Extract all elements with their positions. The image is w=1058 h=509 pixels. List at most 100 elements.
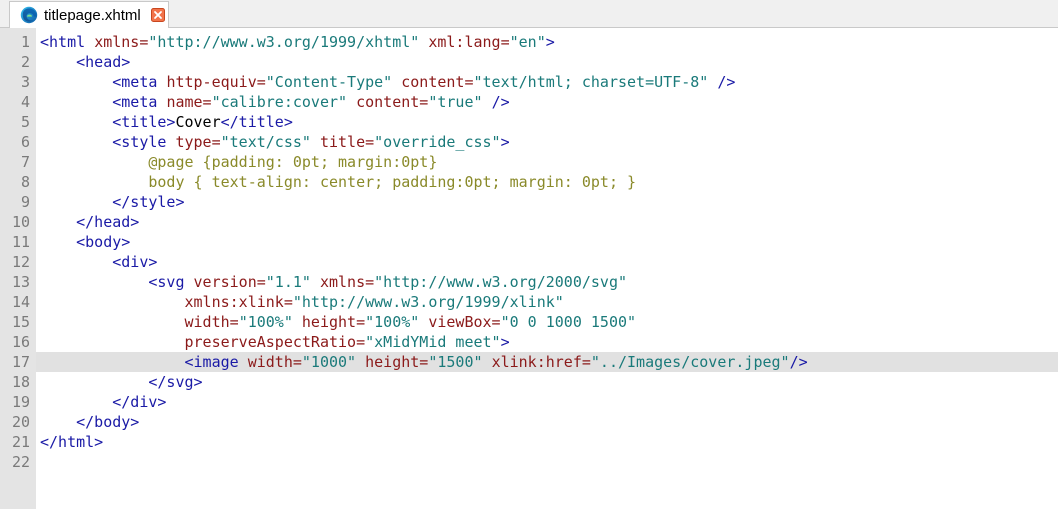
syntax-token: <title> — [112, 113, 176, 131]
line-number: 17 — [11, 353, 30, 371]
syntax-token: "100%" — [365, 313, 420, 331]
line-number: 16 — [11, 333, 30, 351]
syntax-token — [419, 313, 428, 331]
syntax-token: "http://www.w3.org/2000/svg" — [374, 273, 628, 291]
line-text: <html xmlns="http://www.w3.org/1999/xhtm… — [40, 32, 555, 52]
syntax-token: <head> — [76, 53, 131, 71]
code-line[interactable]: 9 </style> — [0, 192, 1058, 212]
syntax-token: "override_css" — [374, 133, 501, 151]
code-line[interactable]: 12 <div> — [0, 252, 1058, 272]
syntax-token: xml:lang= — [428, 33, 510, 51]
code-line[interactable]: 21 </html> — [0, 432, 1058, 452]
code-editor[interactable]: 1 <html xmlns="http://www.w3.org/1999/xht… — [0, 28, 1058, 509]
code-line[interactable]: 6 <style type="text/css" title="override… — [0, 132, 1058, 152]
syntax-token — [40, 413, 76, 431]
line-number: 2 — [20, 53, 30, 71]
syntax-token: xmlns= — [94, 33, 149, 51]
close-icon[interactable] — [150, 8, 165, 22]
syntax-token: "calibre:cover" — [211, 93, 348, 111]
line-number: 8 — [20, 173, 30, 191]
syntax-token — [40, 113, 112, 131]
code-line[interactable]: 22 — [0, 452, 1058, 472]
code-line[interactable]: 7 @page {padding: 0pt; margin:0pt} — [0, 152, 1058, 172]
syntax-token: http-equiv= — [166, 73, 266, 91]
line-number: 4 — [20, 93, 30, 111]
edge-browser-icon — [20, 6, 38, 24]
syntax-token: "1000" — [301, 353, 357, 371]
code-line[interactable]: 10 </head> — [0, 212, 1058, 232]
code-line[interactable]: 19 </div> — [0, 392, 1058, 412]
line-text: </div> — [40, 392, 166, 412]
line-text: <body> — [40, 232, 130, 252]
syntax-token: width= — [247, 353, 302, 371]
syntax-token: <div> — [112, 253, 158, 271]
code-area[interactable]: 1 <html xmlns="http://www.w3.org/1999/xht… — [0, 32, 1058, 472]
code-line[interactable]: 2 <head> — [0, 52, 1058, 72]
syntax-token: content= — [356, 93, 429, 111]
syntax-token: </head> — [76, 213, 140, 231]
line-number: 18 — [11, 373, 30, 391]
syntax-token — [40, 293, 185, 311]
line-text: preserveAspectRatio="xMidYMid meet"> — [40, 332, 510, 352]
code-line[interactable]: 11 <body> — [0, 232, 1058, 252]
code-line[interactable]: 1 <html xmlns="http://www.w3.org/1999/xht… — [0, 32, 1058, 52]
syntax-token: "100%" — [238, 313, 293, 331]
syntax-token: </html> — [40, 433, 104, 451]
syntax-token: </div> — [112, 393, 167, 411]
syntax-token — [40, 53, 76, 71]
syntax-token: "true" — [428, 93, 483, 111]
syntax-token: <html — [40, 33, 95, 51]
line-number: 6 — [20, 133, 30, 151]
line-number: 15 — [11, 313, 30, 331]
syntax-token — [40, 133, 112, 151]
code-line[interactable]: 13 <svg version="1.1" xmlns="http://www.… — [0, 272, 1058, 292]
code-line[interactable]: 8 body { text-align: center; padding:0pt… — [0, 172, 1058, 192]
syntax-token — [40, 153, 148, 171]
code-line[interactable]: 15 width="100%" height="100%" viewBox="0… — [0, 312, 1058, 332]
code-line[interactable]: 14 xmlns:xlink="http://www.w3.org/1999/x… — [0, 292, 1058, 312]
code-line[interactable]: 5 <title>Cover</title> — [0, 112, 1058, 132]
syntax-token: xmlns:xlink= — [184, 293, 293, 311]
tab-titlepage[interactable]: titlepage.xhtml — [9, 1, 169, 28]
code-line[interactable]: 20 </body> — [0, 412, 1058, 432]
line-number: 14 — [11, 293, 30, 311]
syntax-token — [311, 133, 320, 151]
line-text: width="100%" height="100%" viewBox="0 0 … — [40, 312, 637, 332]
syntax-token: title= — [319, 133, 375, 151]
line-number: 21 — [11, 433, 30, 451]
line-number: 19 — [11, 393, 30, 411]
syntax-token — [40, 333, 185, 351]
syntax-token — [40, 213, 76, 231]
syntax-token — [40, 93, 112, 111]
syntax-token: Cover — [175, 113, 221, 131]
syntax-token: viewBox= — [428, 313, 501, 331]
syntax-token — [40, 313, 185, 331]
line-text: </body> — [40, 412, 139, 432]
syntax-token: "1500" — [428, 353, 483, 371]
syntax-token — [40, 73, 112, 91]
line-number: 10 — [11, 213, 30, 231]
syntax-token — [40, 273, 148, 291]
editor-window: titlepage.xhtml 1 <html xmlns="http://www… — [0, 0, 1058, 509]
line-text: <svg version="1.1" xmlns="http://www.w3.… — [40, 272, 627, 292]
code-line[interactable]: 16 preserveAspectRatio="xMidYMid meet"> — [0, 332, 1058, 352]
line-text: <style type="text/css" title="override_c… — [40, 132, 510, 152]
syntax-token — [483, 353, 492, 371]
syntax-token: content= — [401, 73, 474, 91]
syntax-token: preserveAspectRatio= — [184, 333, 366, 351]
syntax-token: <meta — [112, 93, 167, 111]
code-line[interactable]: 4 <meta name="calibre:cover" content="tr… — [0, 92, 1058, 112]
code-line[interactable]: 17 <image width="1000" height="1500" xli… — [0, 352, 1058, 372]
syntax-token: > — [500, 333, 510, 351]
syntax-token: "Content-Type" — [265, 73, 393, 91]
syntax-token — [293, 313, 302, 331]
syntax-token — [356, 353, 365, 371]
syntax-token: body { text-align: center; padding:0pt; … — [148, 173, 637, 191]
syntax-token: "http://www.w3.org/1999/xhtml" — [148, 33, 420, 51]
code-line[interactable]: 3 <meta http-equiv="Content-Type" conten… — [0, 72, 1058, 92]
syntax-token — [40, 253, 112, 271]
code-line[interactable]: 18 </svg> — [0, 372, 1058, 392]
line-text: </head> — [40, 212, 139, 232]
syntax-token: <svg — [148, 273, 194, 291]
syntax-token: > — [500, 133, 510, 151]
